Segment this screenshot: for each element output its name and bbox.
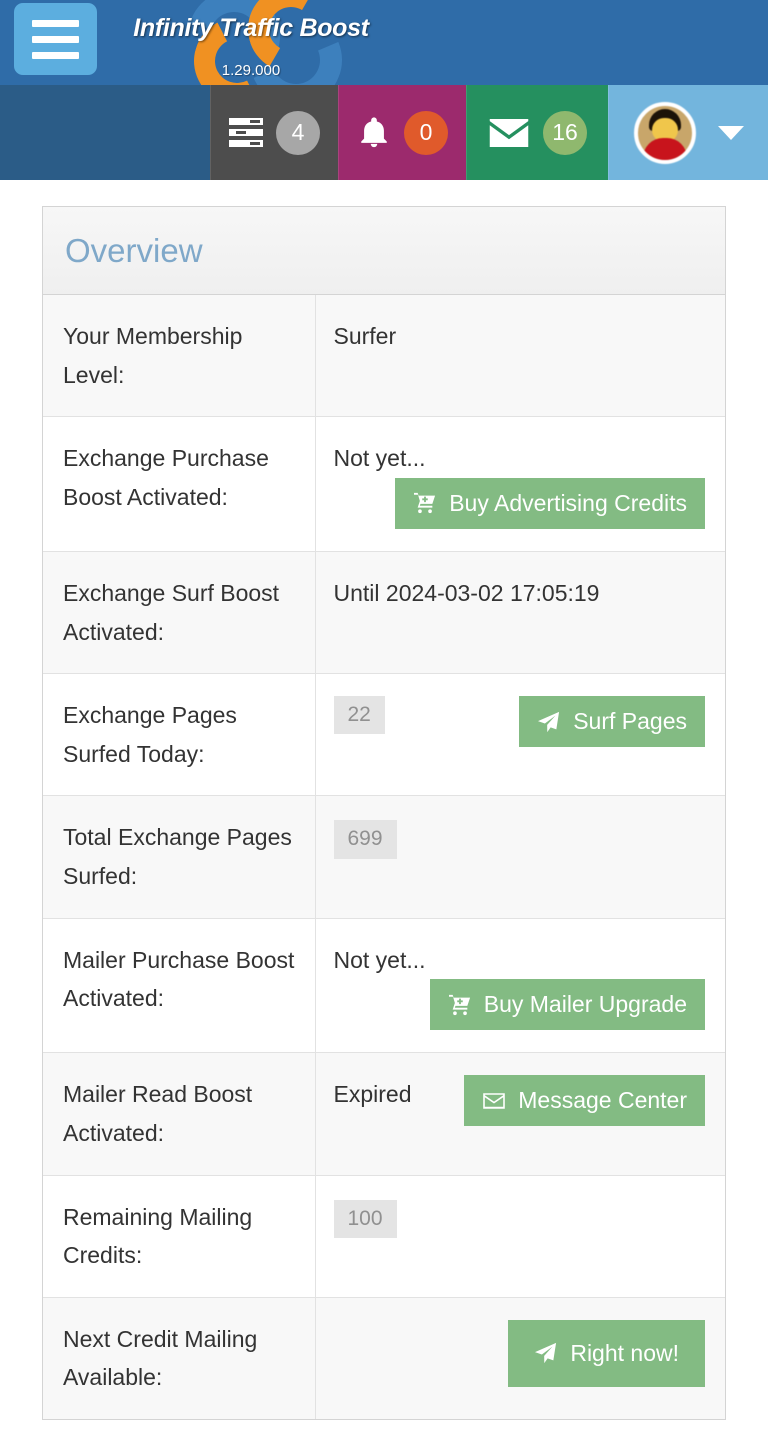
table-row: Total Exchange Pages Surfed: 699 bbox=[43, 795, 725, 919]
chevron-down-icon[interactable] bbox=[717, 125, 744, 140]
button-label: Surf Pages bbox=[573, 708, 687, 735]
page-title: Overview bbox=[65, 231, 203, 269]
row-value: Expired Message Center bbox=[315, 1053, 725, 1175]
mailer-read-boost-value: Expired bbox=[333, 1081, 412, 1108]
envelope-open-icon bbox=[483, 1092, 506, 1109]
nav-item-tasks[interactable]: 4 bbox=[210, 85, 338, 180]
remaining-mailing-credits-chip: 100 bbox=[333, 1199, 397, 1238]
message-center-button[interactable]: Message Center bbox=[464, 1075, 705, 1127]
button-label: Right now! bbox=[570, 1339, 679, 1366]
table-row: Your Membership Level: Surfer bbox=[43, 295, 725, 417]
buy-advertising-credits-button[interactable]: Buy Advertising Credits bbox=[395, 477, 705, 529]
table-row: Exchange Pages Surfed Today: 22 Surf Pag… bbox=[43, 673, 725, 796]
overview-table: Your Membership Level: Surfer Exchange P… bbox=[43, 295, 725, 1419]
table-row: Mailer Purchase Boost Activated: Not yet… bbox=[43, 918, 725, 1053]
exchange-purchase-boost-value: Not yet... bbox=[333, 445, 426, 472]
row-value: 22 Surf Pages bbox=[315, 674, 725, 796]
row-value: 699 bbox=[315, 796, 725, 918]
brand-name: Infinity Traffic Boost bbox=[133, 14, 369, 42]
row-label: Remaining Mailing Credits: bbox=[43, 1175, 316, 1298]
page-content: Overview Your Membership Level: Surfer E… bbox=[0, 180, 768, 1420]
nav-item-account[interactable] bbox=[608, 85, 768, 180]
top-header: Infinity Traffic Boost 1.29.000 bbox=[0, 0, 768, 85]
row-label: Exchange Pages Surfed Today: bbox=[43, 673, 316, 796]
user-avatar-icon bbox=[633, 101, 696, 164]
exchange-surf-boost-value: Until 2024-03-02 17:05:19 bbox=[333, 579, 600, 606]
membership-level-value: Surfer bbox=[333, 323, 397, 349]
hamburger-menu-button[interactable] bbox=[14, 3, 97, 75]
row-label: Exchange Purchase Boost Activated: bbox=[43, 416, 316, 552]
button-label: Buy Mailer Upgrade bbox=[483, 991, 687, 1018]
nav-item-messages[interactable]: 16 bbox=[466, 85, 608, 180]
cart-plus-icon bbox=[448, 994, 470, 1015]
button-label: Message Center bbox=[518, 1087, 687, 1114]
table-row: Exchange Surf Boost Activated: Until 202… bbox=[43, 551, 725, 674]
row-label: Mailer Purchase Boost Activated: bbox=[43, 918, 316, 1053]
row-value: Not yet... Buy Mailer Upgrade bbox=[315, 918, 725, 1053]
row-label: Total Exchange Pages Surfed: bbox=[43, 795, 316, 919]
mailer-purchase-boost-value: Not yet... bbox=[333, 946, 426, 973]
overview-panel: Overview Your Membership Level: Surfer E… bbox=[42, 206, 726, 1420]
row-value: Not yet... Buy Advertising Credits bbox=[315, 417, 725, 552]
row-label: Your Membership Level: bbox=[43, 295, 316, 417]
buy-mailer-upgrade-button[interactable]: Buy Mailer Upgrade bbox=[429, 979, 705, 1031]
bell-icon bbox=[357, 115, 391, 151]
row-label: Next Credit Mailing Available: bbox=[43, 1297, 316, 1419]
row-label: Exchange Surf Boost Activated: bbox=[43, 551, 316, 674]
navigation-bar: 4 0 16 bbox=[0, 85, 768, 180]
app-version: 1.29.000 bbox=[221, 62, 281, 79]
paper-plane-icon bbox=[535, 1343, 557, 1364]
row-value: 100 bbox=[315, 1175, 725, 1297]
tasks-badge: 4 bbox=[276, 110, 320, 155]
surf-pages-button[interactable]: Surf Pages bbox=[519, 696, 705, 748]
paper-plane-icon bbox=[538, 711, 560, 732]
row-value: Surfer bbox=[315, 295, 725, 417]
hamburger-menu-icon-bar bbox=[32, 19, 79, 27]
table-row: Next Credit Mailing Available: Right now… bbox=[43, 1297, 725, 1419]
button-label: Buy Advertising Credits bbox=[449, 489, 687, 516]
table-row: Exchange Purchase Boost Activated: Not y… bbox=[43, 416, 725, 552]
table-row: Remaining Mailing Credits: 100 bbox=[43, 1175, 725, 1298]
nav-item-notifications[interactable]: 0 bbox=[338, 85, 466, 180]
mail-credits-right-now-button[interactable]: Right now! bbox=[508, 1319, 705, 1387]
hamburger-menu-icon-bar bbox=[32, 35, 79, 43]
total-pages-surfed-chip: 699 bbox=[333, 820, 397, 859]
row-value: Right now! bbox=[315, 1297, 725, 1419]
tasks-icon bbox=[229, 117, 263, 148]
envelope-icon bbox=[488, 117, 530, 149]
brand-logo-link[interactable]: Infinity Traffic Boost 1.29.000 bbox=[116, 0, 386, 85]
hamburger-menu-icon-bar bbox=[32, 51, 79, 59]
table-row: Mailer Read Boost Activated: Expired Mes… bbox=[43, 1052, 725, 1175]
notifications-badge: 0 bbox=[404, 110, 448, 155]
cart-plus-icon bbox=[414, 493, 436, 514]
messages-badge: 16 bbox=[543, 110, 587, 155]
overview-panel-header: Overview bbox=[43, 207, 725, 295]
row-value: Until 2024-03-02 17:05:19 bbox=[315, 551, 725, 673]
row-label: Mailer Read Boost Activated: bbox=[43, 1052, 316, 1175]
pages-surfed-today-chip: 22 bbox=[333, 696, 385, 735]
